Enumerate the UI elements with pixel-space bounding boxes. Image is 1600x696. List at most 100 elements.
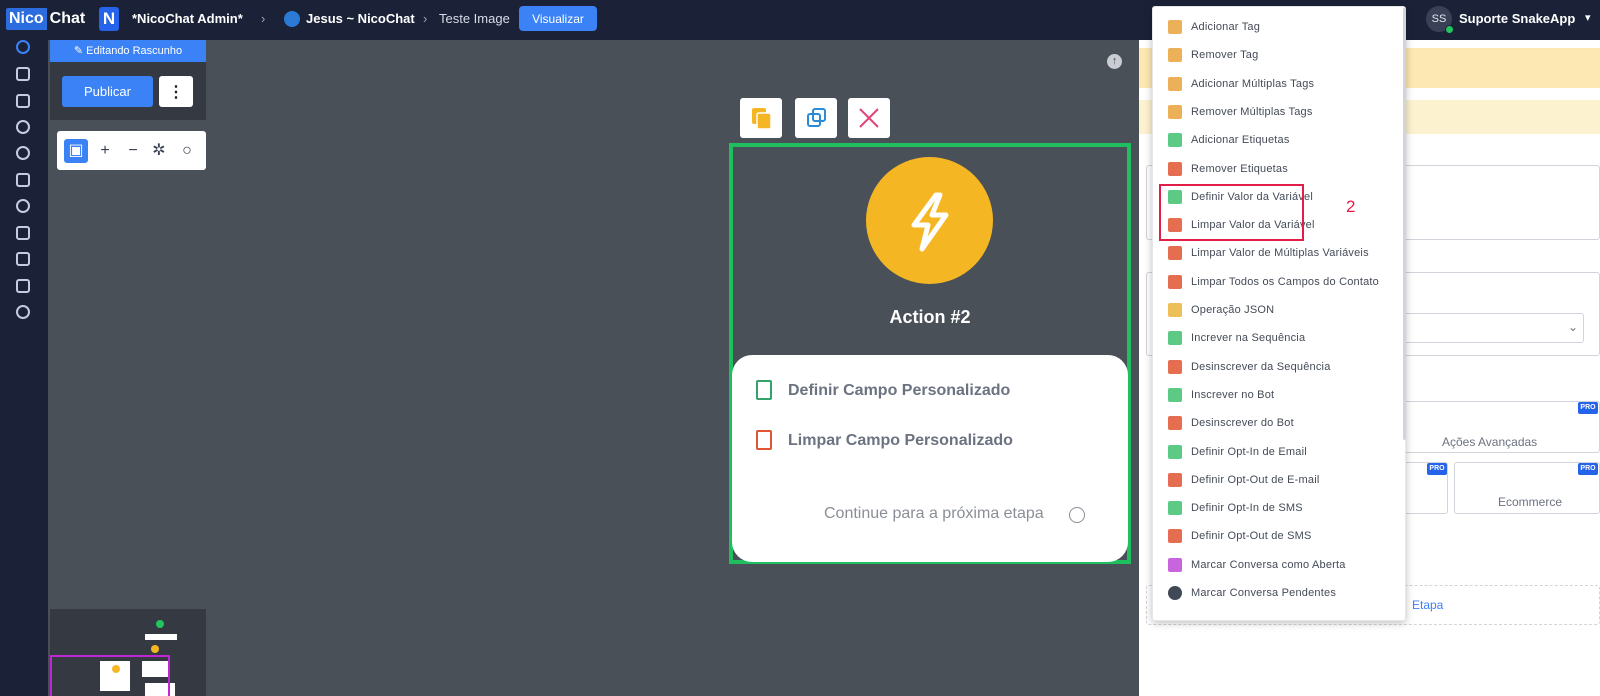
dropdown-item-label: Definir Opt-In de Email [1191,445,1307,458]
file-import-icon [756,380,772,400]
pro-badge: PRO [1578,463,1598,475]
copy-node-button[interactable] [740,98,782,138]
continue-label: Continue para a próxima etapa [824,505,1044,522]
dropdown-item[interactable]: Increver na Sequência [1168,327,1305,349]
dropdown-item-label: Adicionar Múltiplas Tags [1191,77,1315,90]
dropdown-item[interactable]: Definir Opt-Out de E-mail [1168,469,1319,491]
dropdown-item-label: Limpar Todos os Campos do Contato [1191,275,1379,288]
tag-remove-icon [1168,48,1182,63]
minimap-viewport[interactable] [50,655,170,696]
json-icon [1168,303,1182,317]
columns-icon[interactable] [16,173,30,187]
archive-icon[interactable] [16,252,30,266]
whatsapp-icon [284,11,300,27]
gear-icon[interactable] [16,305,30,319]
lightning-bolt-icon [911,192,949,252]
dropdown-item-label: Marcar Conversa Pendentes [1191,587,1337,599]
dropdown-item[interactable]: Adicionar Tag [1168,16,1260,38]
online-status-dot [1445,25,1454,34]
dropdown-item[interactable]: Limpar Todos os Campos do Contato [1168,271,1379,293]
dropdown-item-label: Definir Opt-In de SMS [1191,502,1303,515]
dropdown-scrollbar[interactable] [1403,8,1406,440]
zoom-out-icon[interactable]: − [121,139,145,163]
preview-button[interactable]: Visualizar [519,6,597,31]
breadcrumb-workspace[interactable]: *NicoChat Admin* [132,11,243,26]
megaphone-icon[interactable] [16,279,30,293]
pro-badge: PRO [1578,402,1598,414]
logo-part-2: Chat [46,8,89,30]
delete-node-button[interactable] [848,98,890,138]
zoom-in-icon[interactable]: + [93,139,117,163]
dropdown-item-label: Limpar Valor de Múltiplas Variáveis [1191,247,1369,260]
sheet-icon[interactable] [16,226,30,240]
left-nav-rail [0,40,48,696]
dropdown-item[interactable]: Remover Etiquetas [1168,158,1288,180]
sms-optin-icon [1168,501,1182,516]
dropdown-item-label: Definir Opt-Out de SMS [1191,530,1312,543]
presentation-icon[interactable] [16,94,30,108]
label-remove-icon [1168,161,1182,176]
dropdown-item-label: Inscrever no Bot [1191,388,1275,401]
search-icon[interactable]: ○ [175,139,199,163]
duplicate-icon [807,108,826,127]
action-row-clear-field[interactable]: Limpar Campo Personalizado [788,432,1013,450]
globe-icon[interactable] [16,199,30,213]
dropdown-item[interactable]: Adicionar Etiquetas [1168,129,1290,151]
whatsapp-nav-icon[interactable] [16,40,30,54]
sequence-unsubscribe-icon [1168,359,1182,374]
dropdown-item[interactable]: Marcar Conversa como Aberta [1168,554,1346,576]
dropdown-item[interactable]: Operação JSON [1168,299,1274,321]
app-letter-icon[interactable]: N [99,7,119,31]
dropdown-item-label: Increver na Sequência [1191,332,1306,345]
bot-unsubscribe-icon [1168,416,1182,431]
dropdown-item[interactable]: Definir Opt-Out de SMS [1168,525,1312,547]
headset-icon[interactable] [16,120,30,134]
dropdown-item[interactable]: Remover Múltiplas Tags [1168,101,1313,123]
duplicate-node-button[interactable] [795,98,837,138]
draft-status-bar: ✎ Editando Rascunho [50,40,206,62]
annotation-highlight-box [1159,184,1304,241]
publish-button[interactable]: Publicar [62,76,153,107]
tags-remove-icon [1168,104,1182,119]
user-name[interactable]: Suporte SnakeApp [1459,11,1575,26]
chevron-down-icon: ⌄ [1568,320,1579,334]
nicochat-logo[interactable]: Nico Chat [6,8,89,30]
sequence-subscribe-icon [1168,331,1182,346]
tags-add-icon [1168,76,1182,91]
dropdown-item[interactable]: Adicionar Múltiplas Tags [1168,73,1314,95]
tag-add-icon [1168,20,1182,34]
dropdown-item[interactable]: Inscrever no Bot [1168,384,1274,406]
continue-connector[interactable] [1069,507,1085,523]
dashboard-icon[interactable] [16,67,30,81]
file-clear-icon [756,430,772,450]
breadcrumb-subflow[interactable]: Teste Image [439,11,510,26]
conversation-open-icon [1168,557,1182,572]
dropdown-item[interactable]: Definir Opt-In de SMS [1168,497,1303,519]
dropdown-item[interactable]: Limpar Valor de Múltiplas Variáveis [1168,242,1369,264]
magic-wand-icon[interactable]: ✲ [147,139,171,163]
chevron-right-icon: › [261,11,266,26]
scroll-top-icon[interactable]: ↑ [1107,54,1122,69]
user-icon[interactable] [16,146,30,160]
action-node-title: Action #2 [889,307,971,327]
dropdown-item[interactable]: Marcar Conversa Pendentes [1168,582,1336,604]
action-node-avatar [866,157,993,284]
dropdown-item[interactable]: Desinscrever da Sequência [1168,356,1331,378]
dropdown-item-label: Operação JSON [1191,304,1275,316]
action-row-set-field[interactable]: Definir Campo Personalizado [788,382,1010,400]
caret-down-icon[interactable]: ▾ [1585,11,1591,24]
dropdown-item[interactable]: Remover Tag [1168,44,1258,66]
settings-select[interactable] [1400,313,1584,343]
dropdown-item[interactable]: Definir Opt-In de Email [1168,441,1307,463]
dropdown-item-label: Remover Múltiplas Tags [1191,105,1313,118]
contact-clear-icon [1168,274,1182,289]
bot-subscribe-icon [1168,387,1182,402]
chevron-right-icon: › [423,11,428,26]
more-options-button[interactable]: ⋮ [159,76,193,107]
add-folder-icon[interactable]: ▣ [64,139,88,163]
annotation-number: 2 [1346,197,1356,216]
add-step-link[interactable]: Etapa [1412,598,1443,612]
breadcrumb-flow[interactable]: Jesus ~ NicoChat [306,11,415,26]
variables-clear-icon [1168,246,1182,261]
dropdown-item[interactable]: Desinscrever do Bot [1168,412,1294,434]
